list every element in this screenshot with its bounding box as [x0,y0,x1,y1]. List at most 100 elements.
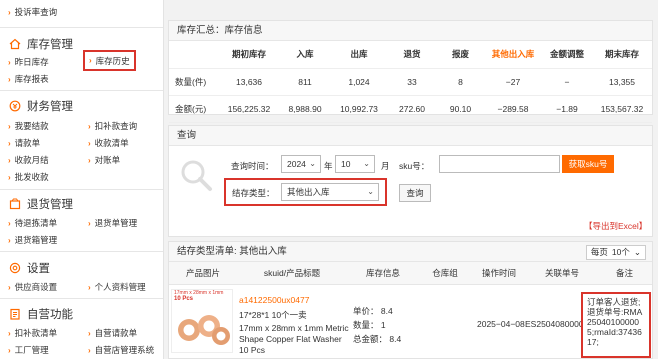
summary-header-row: 期初库存 入库 出库 退货 报废 其他出入库 金额调整 期末库存 [169,41,652,69]
summary-row-quantity: 数量(件) 13,636 811 1,024 33 8 −27 − 13,355 [169,68,652,96]
results-card: 结存类型清单: 其他出入库 每页 10个 ⌄ 产品图片 skuid/产品标题 库… [168,241,653,359]
export-excel-link[interactable]: 【导出到Excel】 [584,220,647,232]
chevron-down-icon: ⌄ [633,247,641,257]
year-select[interactable]: 2024 ⌄ [281,155,321,173]
summary-cell: 811 [279,68,331,96]
summary-cell: 156,225.32 [219,95,279,123]
sidebar-item-return-box-management[interactable]: › 退货箱管理 [8,234,57,246]
summary-cell: 153,567.32 [592,95,652,123]
summary-cell: 8,988.90 [279,95,331,123]
chevron-down-icon: ⌄ [367,187,374,196]
sidebar-item-settlement[interactable]: › 我要结款 [8,120,49,132]
results-header: 结存类型清单: 其他出入库 每页 10个 ⌄ [169,242,652,262]
month-select[interactable]: 10 ⌄ [335,155,375,173]
query-button[interactable]: 查询 [399,184,431,202]
chevron-right-icon: › [88,155,91,165]
chevron-right-icon: › [8,218,11,228]
image-badge: 10 Pcs [174,296,194,302]
sidebar-item-stock-report[interactable]: › 库存报表 [8,73,49,85]
total-amount: 总金额： 8.4 [353,334,402,344]
table-row: 17mm x 28mm x 1mm 10 Pcs a14122500ux0477… [169,287,652,358]
summary-row-amount: 金额(元) 156,225.32 8,988.90 10,992.73 272.… [169,95,652,123]
results-title: 结存类型清单: 其他出入库 [177,246,287,257]
summary-cell: 金额(元) [169,95,219,123]
chevron-right-icon: › [8,74,11,84]
sidebar-item-pending-return-pick[interactable]: › 待退拣清单 [8,217,57,229]
sidebar-item-label: 供应商设置 [14,282,58,292]
chevron-right-icon: › [8,155,11,165]
sidebar-item-profile-management[interactable]: › 个人资料管理 [88,281,146,293]
year-unit: 年 [324,161,333,171]
summary-cell: 8 [437,68,484,96]
magnifier-icon [179,158,213,192]
chevron-right-icon: › [88,218,91,228]
sidebar-item-deduction-query[interactable]: › 扣补款查询 [88,120,137,132]
sidebar-item-complaint-rate[interactable]: › 投诉率查询 [8,6,57,18]
sidebar-item-factory-management[interactable]: › 工厂管理 [8,344,49,356]
results-header-row: 产品图片 skuid/产品标题 库存信息 仓库组 操作时间 关联单号 备注 [169,262,652,285]
month-unit: 月 [381,161,390,171]
section-title: 设置 [27,263,50,275]
per-page-value: 10个 [611,247,630,257]
chevron-right-icon: › [8,345,11,355]
document-icon [8,308,21,321]
summary-cell: 13,636 [219,68,279,96]
section-title: 退货管理 [27,199,73,211]
sidebar-item-store-system[interactable]: › 自营店管理系统 [88,344,154,356]
sidebar-item-label: 收款清单 [94,138,129,148]
chevron-right-icon: › [8,138,11,148]
product-image[interactable]: 17mm x 28mm x 1mm 10 Pcs [171,289,233,353]
finance-icon [8,100,21,113]
page: › 投诉率查询 库存管理 › 昨日库存 › 库存历史 › 库存报表 财务管理 › 我要结… [0,0,658,359]
summary-header [169,41,219,69]
summary-header: 其他出入库 [484,41,542,69]
sidebar-item-return-order-management[interactable]: › 退货单管理 [88,217,137,229]
sidebar-item-wholesale-receipt[interactable]: › 批发收款 [8,171,49,183]
month-value: 10 [341,159,351,169]
divider [0,27,163,28]
home-icon [8,38,21,51]
summary-table: 期初库存 入库 出库 退货 报废 其他出入库 金额调整 期末库存 数量(件) 1… [169,41,652,123]
summary-cell: 33 [387,68,437,96]
chevron-right-icon: › [89,56,92,65]
divider [0,189,163,190]
results-header: 产品图片 [169,262,237,285]
sidebar-item-yesterday-stock[interactable]: › 昨日库存 [8,56,49,68]
summary-cell: 10,992.73 [331,95,387,123]
section-settings: 设置 [8,260,50,276]
sidebar-item-stock-history[interactable]: › 库存历史 [83,50,136,71]
section-finance: 财务管理 [8,98,73,114]
type-select[interactable]: 其他出入库 ⌄ [281,183,379,201]
results-header: 仓库组 [419,262,471,285]
sidebar-item-label: 对账单 [94,155,121,165]
sidebar-item-statement[interactable]: › 对账单 [88,154,120,166]
sku-link[interactable]: a14122500ux0477 [239,295,309,305]
sidebar-item-label: 库存历史 [95,55,130,66]
sidebar-item-payment-request[interactable]: › 请款单 [8,137,40,149]
chevron-right-icon: › [88,345,91,355]
summary-cell: −27 [484,68,542,96]
get-sku-button[interactable]: 获取sku号 [562,155,614,173]
product-title-short: 17*28*1 10个一卖 [239,310,307,320]
section-inventory: 库存管理 [8,36,73,52]
sidebar-item-deduction-list[interactable]: › 扣补款清单 [8,327,57,339]
chevron-right-icon: › [8,235,11,245]
sidebar-item-self-payment-request[interactable]: › 自营请款单 [88,327,137,339]
chevron-right-icon: › [88,121,91,131]
section-title: 自营功能 [27,309,73,321]
chevron-right-icon: › [8,172,11,182]
sidebar-item-supplier-settings[interactable]: › 供应商设置 [8,281,57,293]
results-header: 操作时间 [471,262,527,285]
sidebar-item-label: 收款月结 [14,155,49,165]
summary-cell: 数量(件) [169,68,219,96]
return-icon [8,198,21,211]
summary-cell: −1.89 [542,95,592,123]
sidebar-item-receipt-list[interactable]: › 收款清单 [88,137,129,149]
summary-cell: 90.10 [437,95,484,123]
sku-input[interactable] [439,155,560,173]
type-value: 其他出入库 [287,187,330,197]
per-page-select[interactable]: 每页 10个 ⌄ [585,245,646,260]
sidebar-item-label: 请款单 [14,138,41,148]
sidebar-item-monthly-receipt[interactable]: › 收款月结 [8,154,49,166]
results-header: 库存信息 [347,262,419,285]
